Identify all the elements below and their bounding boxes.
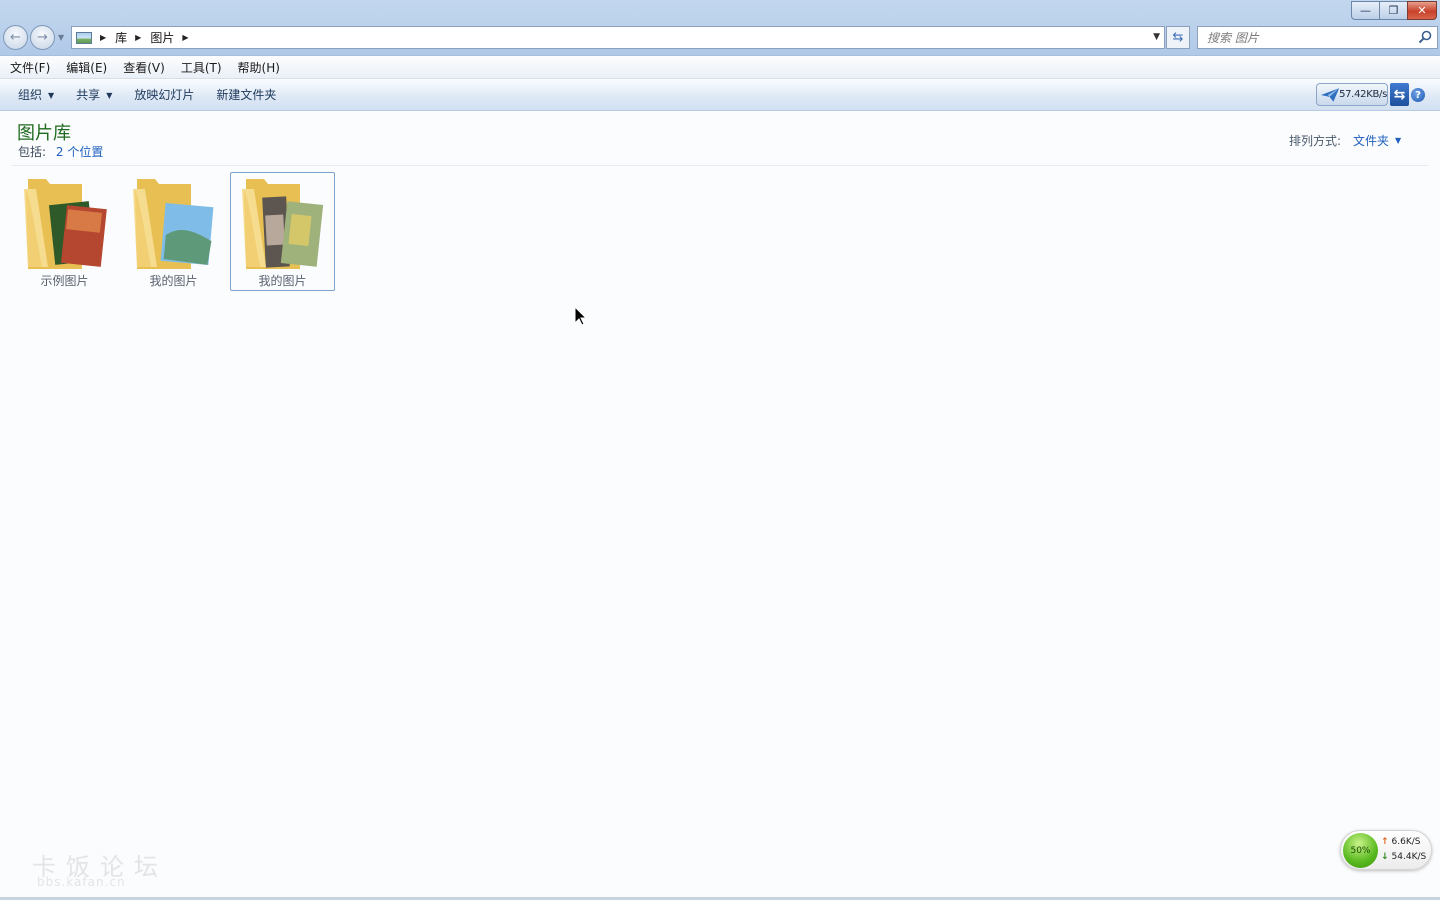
forward-button[interactable]: → [30,25,55,50]
arrow-right-icon: → [37,30,48,45]
download-speed-widget[interactable]: 57.42KB/s [1316,83,1388,106]
arrange-by-value: 文件夹 [1353,134,1390,148]
folder-icon [133,179,214,269]
arrow-left-icon: ← [10,30,21,45]
recent-pages-dropdown[interactable]: ▼ [58,33,64,42]
upload-speed-value: 6.6K/S [1391,837,1421,847]
search-input[interactable] [1207,30,1417,45]
breadcrumb-item-pictures[interactable]: 图片 [150,29,174,46]
mouse-cursor-icon [575,307,587,326]
address-bar[interactable]: ▶ 库 ▶ 图片 ▶ ▼ [71,26,1165,49]
menu-edit[interactable]: 编辑(E) [58,57,115,79]
new-folder-button[interactable]: 新建文件夹 [208,80,284,111]
chevron-down-icon: ▼ [1395,136,1402,145]
command-bar: 组织 ▼ 共享 ▼ 放映幻灯片 新建文件夹 [0,80,1440,111]
switch-arrows-icon[interactable]: ⇆ [1390,83,1409,106]
paper-plane-icon [1320,87,1340,102]
search-box[interactable] [1197,26,1438,49]
download-speed-value: 54.4K/S [1391,852,1427,862]
breadcrumb-separator-icon[interactable]: ▶ [135,33,141,42]
arrow-down-icon: ↓ [1381,852,1389,862]
arrange-by-dropdown[interactable]: 文件夹 ▼ [1353,132,1401,149]
address-history-dropdown[interactable]: ▼ [1153,32,1160,42]
arrange-by-label: 排列方式: [1289,134,1342,148]
folder-icon [242,179,324,269]
library-header: 图片库 包括: 2 个位置 排列方式: 文件夹 ▼ [0,112,1440,166]
minimize-button[interactable]: — [1351,1,1380,20]
folder-item[interactable]: 示例图片 [12,172,117,291]
title-bar: — ❐ ✕ ← → ▼ ▶ 库 ▶ 图片 ▶ ▼ ⇆ [0,0,1440,56]
page-title: 图片库 [17,123,71,144]
menu-view[interactable]: 查看(V) [115,57,173,79]
organize-label: 组织 [18,87,43,102]
upload-speed: ↑ 6.6K/S [1381,837,1421,847]
library-includes: 包括: 2 个位置 [18,143,103,160]
breadcrumb-item-libraries[interactable]: 库 [115,29,127,46]
organize-button[interactable]: 组织 ▼ [10,80,62,111]
download-speed: 57.42KB/s [1339,89,1387,100]
restore-button[interactable]: ❐ [1379,1,1408,20]
help-icon[interactable]: ? [1411,88,1425,102]
arrow-up-icon: ↑ [1381,837,1389,847]
network-monitor-widget[interactable]: 50% ↑ 6.6K/S ↓ 54.4K/S [1340,830,1432,870]
includes-label: 包括: [18,145,47,159]
share-label: 共享 [76,87,101,102]
search-icon[interactable] [1418,30,1432,44]
folder-label: 我的图片 [149,274,198,288]
breadcrumb-separator-icon[interactable]: ▶ [182,33,188,42]
close-button[interactable]: ✕ [1407,1,1437,20]
download-speed: ↓ 54.4K/S [1381,852,1426,862]
menu-tools[interactable]: 工具(T) [173,57,230,79]
back-button[interactable]: ← [3,25,28,50]
library-locations-link[interactable]: 2 个位置 [56,145,103,159]
menu-file[interactable]: 文件(F) [2,57,58,79]
chevron-down-icon: ▼ [48,90,55,100]
folder-label: 我的图片 [258,274,307,288]
folder-item[interactable]: 我的图片 [230,172,335,291]
share-button[interactable]: 共享 ▼ [68,80,120,111]
watermark-url: bbs.kafan.cn [37,875,126,889]
folder-icon [24,179,107,269]
folder-item[interactable]: 我的图片 [121,172,226,291]
refresh-icon: ⇆ [1172,30,1184,45]
refresh-button[interactable]: ⇆ [1166,26,1190,49]
menu-bar: 文件(F) 编辑(E) 查看(V) 工具(T) 帮助(H) [0,57,1440,79]
chevron-down-icon: ▼ [106,90,113,100]
folder-label: 示例图片 [40,274,89,288]
folder-grid: 示例图片 我的图片 我的图片 [12,172,339,291]
breadcrumb-separator-icon[interactable]: ▶ [100,33,106,42]
slideshow-button[interactable]: 放映幻灯片 [126,80,202,111]
menu-help[interactable]: 帮助(H) [230,57,288,79]
window-controls: — ❐ ✕ [1351,1,1437,20]
library-pictures-icon [76,31,92,44]
network-usage-gauge: 50% [1343,833,1378,868]
